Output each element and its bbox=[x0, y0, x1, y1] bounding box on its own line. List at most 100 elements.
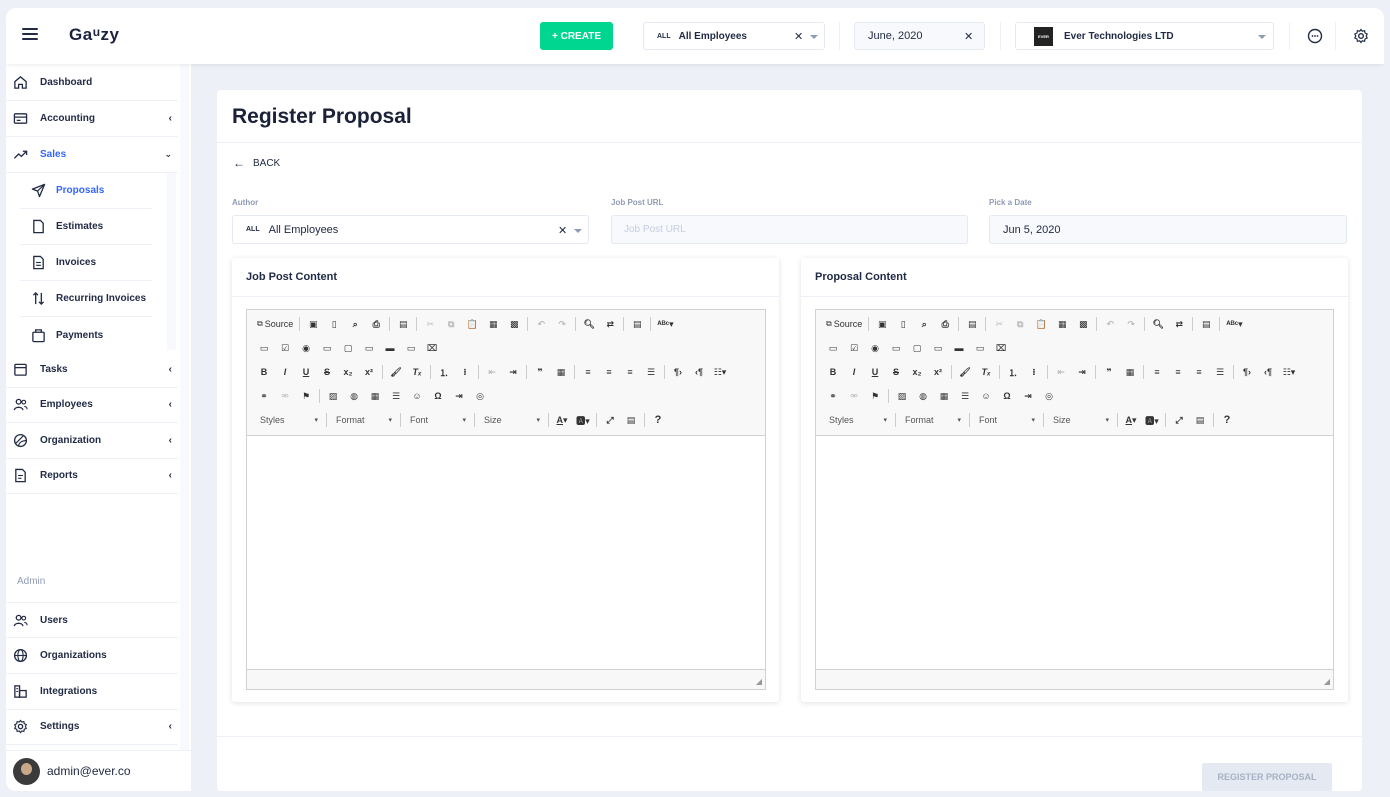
preview-icon[interactable]: ⌕ bbox=[346, 315, 364, 333]
radio-icon[interactable]: ◉ bbox=[297, 339, 315, 357]
rtl-icon[interactable]: ‹¶ bbox=[1259, 363, 1277, 381]
undo-icon[interactable]: ↶ bbox=[1101, 315, 1119, 333]
source-button[interactable]: ⧉ Source bbox=[255, 315, 295, 333]
superscript-icon[interactable]: x² bbox=[360, 363, 378, 381]
job-post-edit-area[interactable] bbox=[247, 437, 765, 670]
sidebar-item-settings[interactable]: Settings ‹ bbox=[6, 709, 178, 745]
button-field-icon[interactable]: ▬ bbox=[950, 339, 968, 357]
blockquote-icon[interactable]: ❞ bbox=[531, 363, 549, 381]
italic-icon[interactable]: I bbox=[276, 363, 294, 381]
subscript-icon[interactable]: x₂ bbox=[339, 363, 357, 381]
anchor-icon[interactable]: ⚑ bbox=[866, 387, 884, 405]
spellcheck-icon[interactable]: ᴬᴮᶜ▾ bbox=[655, 315, 675, 333]
ltr-icon[interactable]: ¶› bbox=[669, 363, 687, 381]
align-center-icon[interactable]: ≡ bbox=[600, 363, 618, 381]
table-icon[interactable]: ▦ bbox=[366, 387, 384, 405]
bold-icon[interactable]: B bbox=[824, 363, 842, 381]
cut-icon[interactable]: ✂ bbox=[421, 315, 439, 333]
select-field-icon[interactable]: ▭ bbox=[929, 339, 947, 357]
textarea-icon[interactable]: ▢ bbox=[339, 339, 357, 357]
radio-icon[interactable]: ◉ bbox=[866, 339, 884, 357]
textfield-icon[interactable]: ▭ bbox=[887, 339, 905, 357]
strikethrough-icon[interactable]: S bbox=[318, 363, 336, 381]
align-center-icon[interactable]: ≡ bbox=[1169, 363, 1187, 381]
create-button[interactable]: + CREATE bbox=[540, 22, 613, 50]
button-field-icon[interactable]: ▬ bbox=[381, 339, 399, 357]
source-button[interactable]: ⧉ Source bbox=[824, 315, 864, 333]
sidebar-item-tasks[interactable]: Tasks ‹ bbox=[6, 352, 178, 388]
text-color-icon[interactable]: A ▾ bbox=[1122, 411, 1140, 429]
language-icon[interactable]: ☷▾ bbox=[711, 363, 729, 381]
help-icon[interactable]: ? bbox=[1218, 411, 1236, 429]
textarea-icon[interactable]: ▢ bbox=[908, 339, 926, 357]
bg-color-icon[interactable]: 🅰︎▾ bbox=[574, 411, 592, 429]
align-left-icon[interactable]: ≡ bbox=[1148, 363, 1166, 381]
bulleted-list-icon[interactable]: ⁝ bbox=[1025, 363, 1043, 381]
spellcheck-icon[interactable]: ᴬᴮᶜ▾ bbox=[1224, 315, 1244, 333]
hidden-field-icon[interactable]: ⌧ bbox=[423, 339, 441, 357]
sidebar-item-employees[interactable]: Employees ‹ bbox=[6, 387, 178, 423]
find-icon[interactable]: 🔍︎ bbox=[1149, 315, 1167, 333]
paste-text-icon[interactable]: ▦ bbox=[1053, 315, 1071, 333]
copy-icon[interactable]: ⧉ bbox=[442, 315, 460, 333]
flash-icon[interactable]: ◍ bbox=[345, 387, 363, 405]
styles-combo[interactable]: Styles ▾ bbox=[824, 411, 892, 429]
checkbox-icon[interactable]: ☑ bbox=[276, 339, 294, 357]
unlink-icon[interactable]: ⚮ bbox=[845, 387, 863, 405]
organization-select[interactable]: EVER Ever Technologies LTD bbox=[1015, 22, 1274, 50]
find-icon[interactable]: 🔍︎ bbox=[580, 315, 598, 333]
rtl-icon[interactable]: ‹¶ bbox=[690, 363, 708, 381]
checkbox-icon[interactable]: ☑ bbox=[845, 339, 863, 357]
styles-combo[interactable]: Styles ▾ bbox=[255, 411, 323, 429]
image-button-icon[interactable]: ▭ bbox=[971, 339, 989, 357]
show-blocks-icon[interactable]: ▤ bbox=[622, 411, 640, 429]
link-icon[interactable]: ⚭ bbox=[824, 387, 842, 405]
font-combo[interactable]: Font ▾ bbox=[974, 411, 1040, 429]
smiley-icon[interactable]: ☺ bbox=[977, 387, 995, 405]
resize-handle-icon[interactable]: ◢ bbox=[1324, 677, 1330, 686]
remove-format-icon[interactable]: Tₓ bbox=[977, 363, 995, 381]
text-color-icon[interactable]: A ▾ bbox=[553, 411, 571, 429]
iframe-icon[interactable]: ◎ bbox=[471, 387, 489, 405]
save-icon[interactable]: ▣ bbox=[873, 315, 891, 333]
page-break-icon[interactable]: ⇥ bbox=[450, 387, 468, 405]
paste-icon[interactable]: 📋 bbox=[463, 315, 481, 333]
blockquote-icon[interactable]: ❞ bbox=[1100, 363, 1118, 381]
job-url-input[interactable]: Job Post URL bbox=[611, 215, 968, 244]
div-icon[interactable]: ▦ bbox=[552, 363, 570, 381]
back-button[interactable]: ← BACK bbox=[233, 156, 280, 170]
justify-icon[interactable]: ☰ bbox=[1211, 363, 1229, 381]
author-select[interactable]: ALL All Employees ✕ bbox=[232, 215, 589, 244]
redo-icon[interactable]: ↷ bbox=[1122, 315, 1140, 333]
templates-icon[interactable]: ▤ bbox=[394, 315, 412, 333]
sidebar-item-organizations[interactable]: Organizations bbox=[6, 638, 178, 674]
format-combo[interactable]: Format ▾ bbox=[900, 411, 966, 429]
gear-icon[interactable] bbox=[1353, 28, 1369, 44]
link-icon[interactable]: ⚭ bbox=[255, 387, 273, 405]
replace-icon[interactable]: ⇄ bbox=[601, 315, 619, 333]
maximize-icon[interactable]: ⤢ bbox=[601, 411, 619, 429]
flash-icon[interactable]: ◍ bbox=[914, 387, 932, 405]
special-char-icon[interactable]: Ω bbox=[998, 387, 1016, 405]
size-combo[interactable]: Size ▾ bbox=[479, 411, 545, 429]
special-char-icon[interactable]: Ω bbox=[429, 387, 447, 405]
unlink-icon[interactable]: ⚮ bbox=[276, 387, 294, 405]
subscript-icon[interactable]: x₂ bbox=[908, 363, 926, 381]
maximize-icon[interactable]: ⤢ bbox=[1170, 411, 1188, 429]
select-all-icon[interactable]: ▤ bbox=[1197, 315, 1215, 333]
chat-icon[interactable] bbox=[1307, 28, 1323, 44]
horizontal-line-icon[interactable]: ☰ bbox=[387, 387, 405, 405]
image-button-icon[interactable]: ▭ bbox=[402, 339, 420, 357]
sidebar-item-recurring-invoices[interactable]: Recurring Invoices bbox=[20, 281, 152, 317]
table-icon[interactable]: ▦ bbox=[935, 387, 953, 405]
employee-select[interactable]: ALL All Employees ✕ bbox=[643, 22, 825, 50]
format-combo[interactable]: Format ▾ bbox=[331, 411, 397, 429]
date-select[interactable]: June, 2020 ✕ bbox=[854, 22, 985, 50]
image-icon[interactable]: ▨ bbox=[893, 387, 911, 405]
div-icon[interactable]: ▦ bbox=[1121, 363, 1139, 381]
italic-icon[interactable]: I bbox=[845, 363, 863, 381]
chevron-down-icon[interactable] bbox=[810, 35, 818, 39]
menu-toggle-icon[interactable] bbox=[22, 28, 38, 42]
anchor-icon[interactable]: ⚑ bbox=[297, 387, 315, 405]
chevron-down-icon[interactable] bbox=[574, 229, 582, 233]
